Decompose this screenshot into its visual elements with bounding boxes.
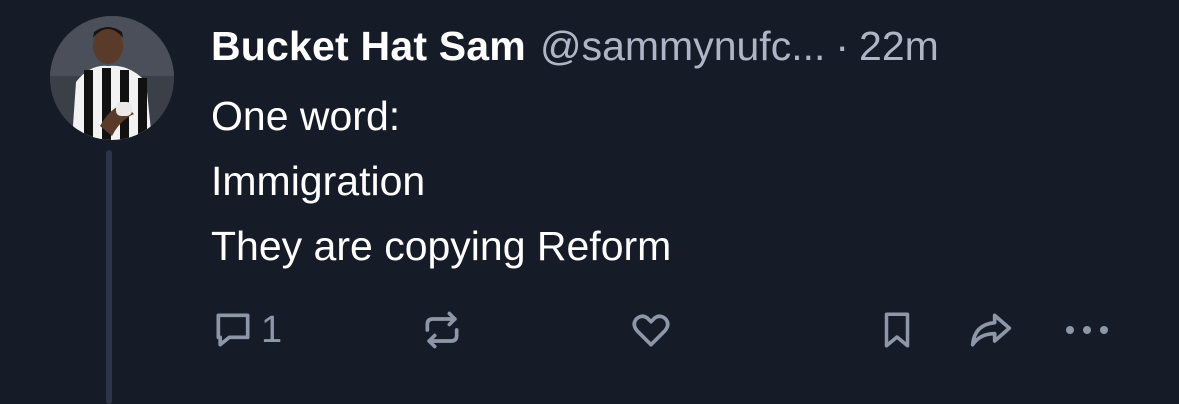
post-text: One word: Immigration They are copying R… (211, 84, 1151, 279)
post[interactable]: Bucket Hat Sam @sammynufc... · 22m One w… (0, 0, 1179, 404)
share-button[interactable] (966, 300, 1016, 360)
post-time[interactable]: 22m (859, 18, 939, 74)
bookmark-icon (884, 312, 910, 348)
repost-icon (425, 311, 459, 349)
user-handle[interactable]: @sammynufc... (540, 18, 825, 74)
more-options-button[interactable] (1062, 300, 1112, 360)
repost-button[interactable] (418, 300, 466, 360)
reply-button[interactable]: 1 (211, 300, 282, 360)
like-button[interactable] (628, 300, 674, 360)
reply-icon (216, 313, 250, 347)
bookmark-button[interactable] (876, 300, 918, 360)
avatar[interactable] (50, 16, 174, 140)
post-text-line: Immigration (211, 158, 426, 204)
reply-count: 1 (261, 309, 283, 351)
heart-icon (632, 314, 670, 347)
post-text-line: One word: (211, 93, 401, 139)
avatar-image (50, 16, 174, 140)
action-bar: 1 (0, 300, 1179, 360)
more-icon (1066, 326, 1108, 334)
separator-dot: · (835, 23, 850, 69)
share-icon (970, 313, 1012, 347)
display-name[interactable]: Bucket Hat Sam (211, 18, 526, 74)
post-header: Bucket Hat Sam @sammynufc... · 22m (211, 18, 1151, 74)
thread-line (106, 150, 112, 404)
post-text-line: They are copying Reform (211, 223, 672, 269)
post-content: Bucket Hat Sam @sammynufc... · 22m One w… (211, 18, 1151, 279)
